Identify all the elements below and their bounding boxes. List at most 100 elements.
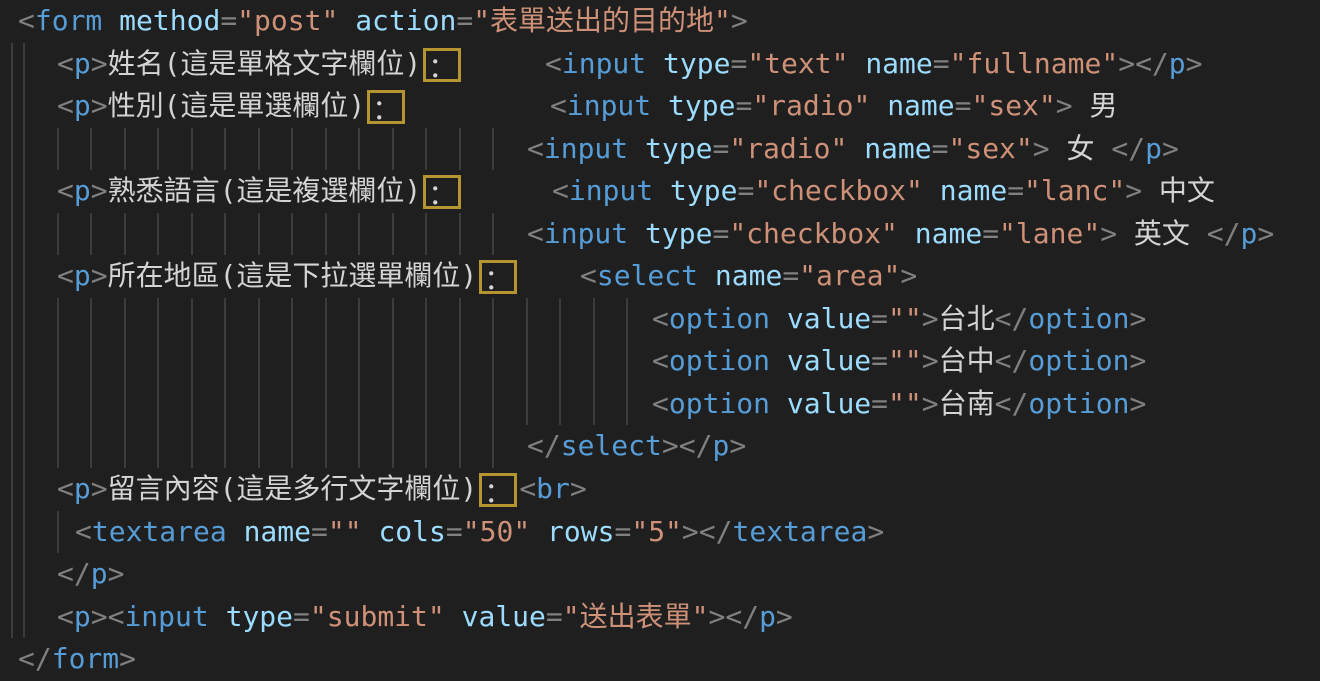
- indent-guide-line: [593, 340, 595, 383]
- code-line-16[interactable]: </form>: [0, 638, 1320, 681]
- code-line-8[interactable]: <option value="">台北</option>: [0, 298, 1320, 341]
- indent-guide-line: [57, 213, 59, 256]
- code-line-15[interactable]: <p><input type="submit" value="送出表單"></p…: [0, 596, 1320, 639]
- code-line-3[interactable]: <p>性別(這是單選欄位)：<input type="radio" name="…: [0, 85, 1320, 128]
- code-line-13[interactable]: <textarea name="" cols="50" rows="5"></t…: [0, 511, 1320, 554]
- indent-guide-line: [224, 425, 226, 468]
- indent-guide-line: [593, 383, 595, 426]
- indent-guide-line: [57, 425, 59, 468]
- indent-guide-line: [124, 298, 126, 341]
- indent-guide-line: [157, 128, 159, 171]
- code-token-txt: [651, 89, 668, 122]
- code-token-pun: >: [1033, 132, 1050, 165]
- indent-guide-line: [425, 425, 427, 468]
- indent-guide-line: [325, 340, 327, 383]
- code-token-tag: form: [52, 642, 119, 675]
- code-editor[interactable]: <form method="post" action="表單送出的目的地"><p…: [0, 0, 1320, 681]
- indent-guide-line: [157, 213, 159, 256]
- indent-guide-line: [157, 340, 159, 383]
- indent-guide-line: [90, 213, 92, 256]
- indent-guide-line: [157, 298, 159, 341]
- code-token-tag: p: [74, 47, 91, 80]
- code-token-txt: [530, 515, 547, 548]
- code-line-14[interactable]: </p>: [0, 553, 1320, 596]
- code-line-5[interactable]: <p>熟悉語言(這是複選欄位)：<input type="checkbox" n…: [0, 170, 1320, 213]
- indent-guide-line: [492, 213, 494, 256]
- code-line-10[interactable]: <option value="">台南</option>: [0, 383, 1320, 426]
- code-token-pun: >: [1130, 344, 1147, 377]
- code-segment: <option value="">台南</option>: [652, 383, 1146, 426]
- code-line-12[interactable]: <p>留言內容(這是多行文字欄位)：<br>: [0, 468, 1320, 511]
- code-token-tag: option: [669, 387, 770, 420]
- indent-guide-line: [191, 425, 193, 468]
- code-token-attr: type: [645, 217, 712, 250]
- code-line-7[interactable]: <p>所在地區(這是下拉選單欄位)：<select name="area">: [0, 255, 1320, 298]
- code-token-pun: >: [662, 429, 679, 462]
- code-token-tag: p: [1145, 132, 1162, 165]
- indent-guide-line: [23, 255, 25, 298]
- indent-guide-line: [559, 340, 561, 383]
- indent-guide-line: [90, 383, 92, 426]
- indent-guide-line: [11, 383, 13, 426]
- code-token-attr: cols: [378, 515, 445, 548]
- code-token-str: "": [328, 515, 362, 548]
- code-token-attr: name: [864, 132, 931, 165]
- code-token-pun: >: [682, 515, 699, 548]
- code-token-tag: br: [536, 472, 570, 505]
- code-token-pun: >: [1056, 89, 1073, 122]
- indent-guide-line: [124, 425, 126, 468]
- code-token-pun: >: [1130, 387, 1147, 420]
- code-token-str: "area": [799, 259, 900, 292]
- code-segment: </p>: [57, 553, 124, 596]
- code-token-tag: form: [35, 4, 102, 37]
- code-token-tag: p: [1241, 217, 1258, 250]
- indent-guide-line: [559, 383, 561, 426]
- code-token-txt: 熟悉語言(這是複選欄位): [108, 174, 422, 207]
- indent-guide-line: [392, 425, 394, 468]
- code-token-pun: =: [871, 387, 888, 420]
- code-token-str: "fullname": [950, 47, 1119, 80]
- code-token-pun: <: [527, 217, 544, 250]
- code-token-pun: </: [995, 344, 1029, 377]
- code-segment: <input type="radio" name="sex"> 男: [550, 85, 1118, 128]
- code-token-txt: [848, 47, 865, 80]
- code-segment: </form>: [18, 638, 136, 681]
- code-token-txt: 所在地區(這是下拉選單欄位): [108, 259, 478, 292]
- code-token-pun: <: [580, 259, 597, 292]
- code-line-6[interactable]: <input type="checkbox" name="lane"> 英文 <…: [0, 213, 1320, 256]
- code-token-pun: =: [546, 600, 563, 633]
- code-token-tag: input: [567, 89, 651, 122]
- indent-guide-line: [593, 298, 595, 341]
- code-token-attr: value: [787, 387, 871, 420]
- code-line-4[interactable]: <input type="radio" name="sex"> 女 </p>: [0, 128, 1320, 171]
- indent-guide-line: [23, 383, 25, 426]
- code-token-txt: [102, 4, 119, 37]
- code-token-txt: 性別(這是單選欄位): [108, 89, 366, 122]
- code-token-attr: name: [940, 174, 1007, 207]
- code-token-pun: >: [776, 600, 793, 633]
- indent-guide-line: [11, 43, 13, 86]
- code-token-tag: input: [544, 132, 628, 165]
- indent-guide-line: [358, 383, 360, 426]
- code-token-pun: >: [91, 47, 108, 80]
- code-line-2[interactable]: <p>姓名(這是單格文字欄位)：<input type="text" name=…: [0, 43, 1320, 86]
- code-token-str: "post": [237, 4, 338, 37]
- code-token-str: "text": [747, 47, 848, 80]
- indent-guide-line: [325, 425, 327, 468]
- indent-guide-line: [23, 128, 25, 171]
- code-token-pun: =: [446, 515, 463, 548]
- code-token-str: "submit": [310, 600, 445, 633]
- code-line-9[interactable]: <option value="">台中</option>: [0, 340, 1320, 383]
- code-token-attr: name: [715, 259, 782, 292]
- code-token-tag: option: [1028, 387, 1129, 420]
- indent-guide-line: [11, 170, 13, 213]
- code-token-str: "radio": [752, 89, 870, 122]
- code-token-pun: </: [1135, 47, 1169, 80]
- code-token-txt: 台南: [939, 387, 995, 420]
- indent-guide-line: [526, 298, 528, 341]
- indent-guide-line: [425, 128, 427, 171]
- code-line-11[interactable]: </select></p>: [0, 425, 1320, 468]
- code-token-txt: [646, 47, 663, 80]
- indent-guide-line: [459, 298, 461, 341]
- code-line-1[interactable]: <form method="post" action="表單送出的目的地">: [0, 0, 1320, 43]
